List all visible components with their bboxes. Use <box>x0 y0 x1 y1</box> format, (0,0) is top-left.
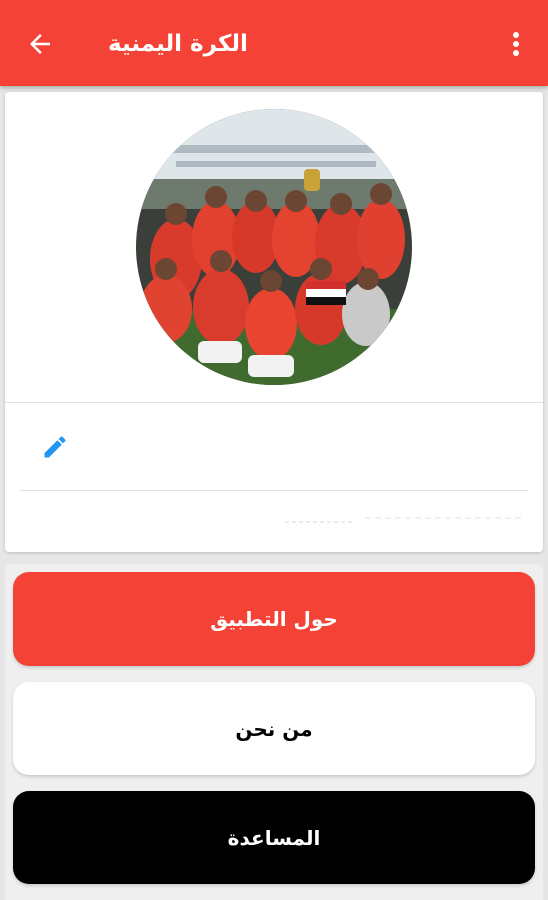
divider-top <box>5 402 543 403</box>
app-title: الكرة اليمنية <box>108 31 248 57</box>
more-vert-icon <box>513 32 519 56</box>
help-button[interactable]: المساعدة <box>13 791 535 884</box>
edit-button[interactable] <box>35 427 75 467</box>
who-we-are-label: من نحن <box>235 716 313 741</box>
pencil-icon <box>44 436 66 458</box>
divider-bottom <box>20 490 528 491</box>
help-label: المساعدة <box>227 825 321 850</box>
who-we-are-button[interactable]: من نحن <box>13 682 535 775</box>
menu-panel: حول التطبيق من نحن المساعدة <box>5 564 543 900</box>
about-app-label: حول التطبيق <box>210 607 338 631</box>
arrow-left-icon <box>30 34 50 54</box>
overflow-menu-button[interactable] <box>500 26 532 62</box>
app-bar: الكرة اليمنية <box>0 0 548 86</box>
about-app-button[interactable]: حول التطبيق <box>13 572 535 666</box>
faint-placeholder-line <box>285 517 525 523</box>
team-photo <box>136 109 412 385</box>
back-button[interactable] <box>22 26 58 62</box>
profile-card <box>5 92 543 552</box>
